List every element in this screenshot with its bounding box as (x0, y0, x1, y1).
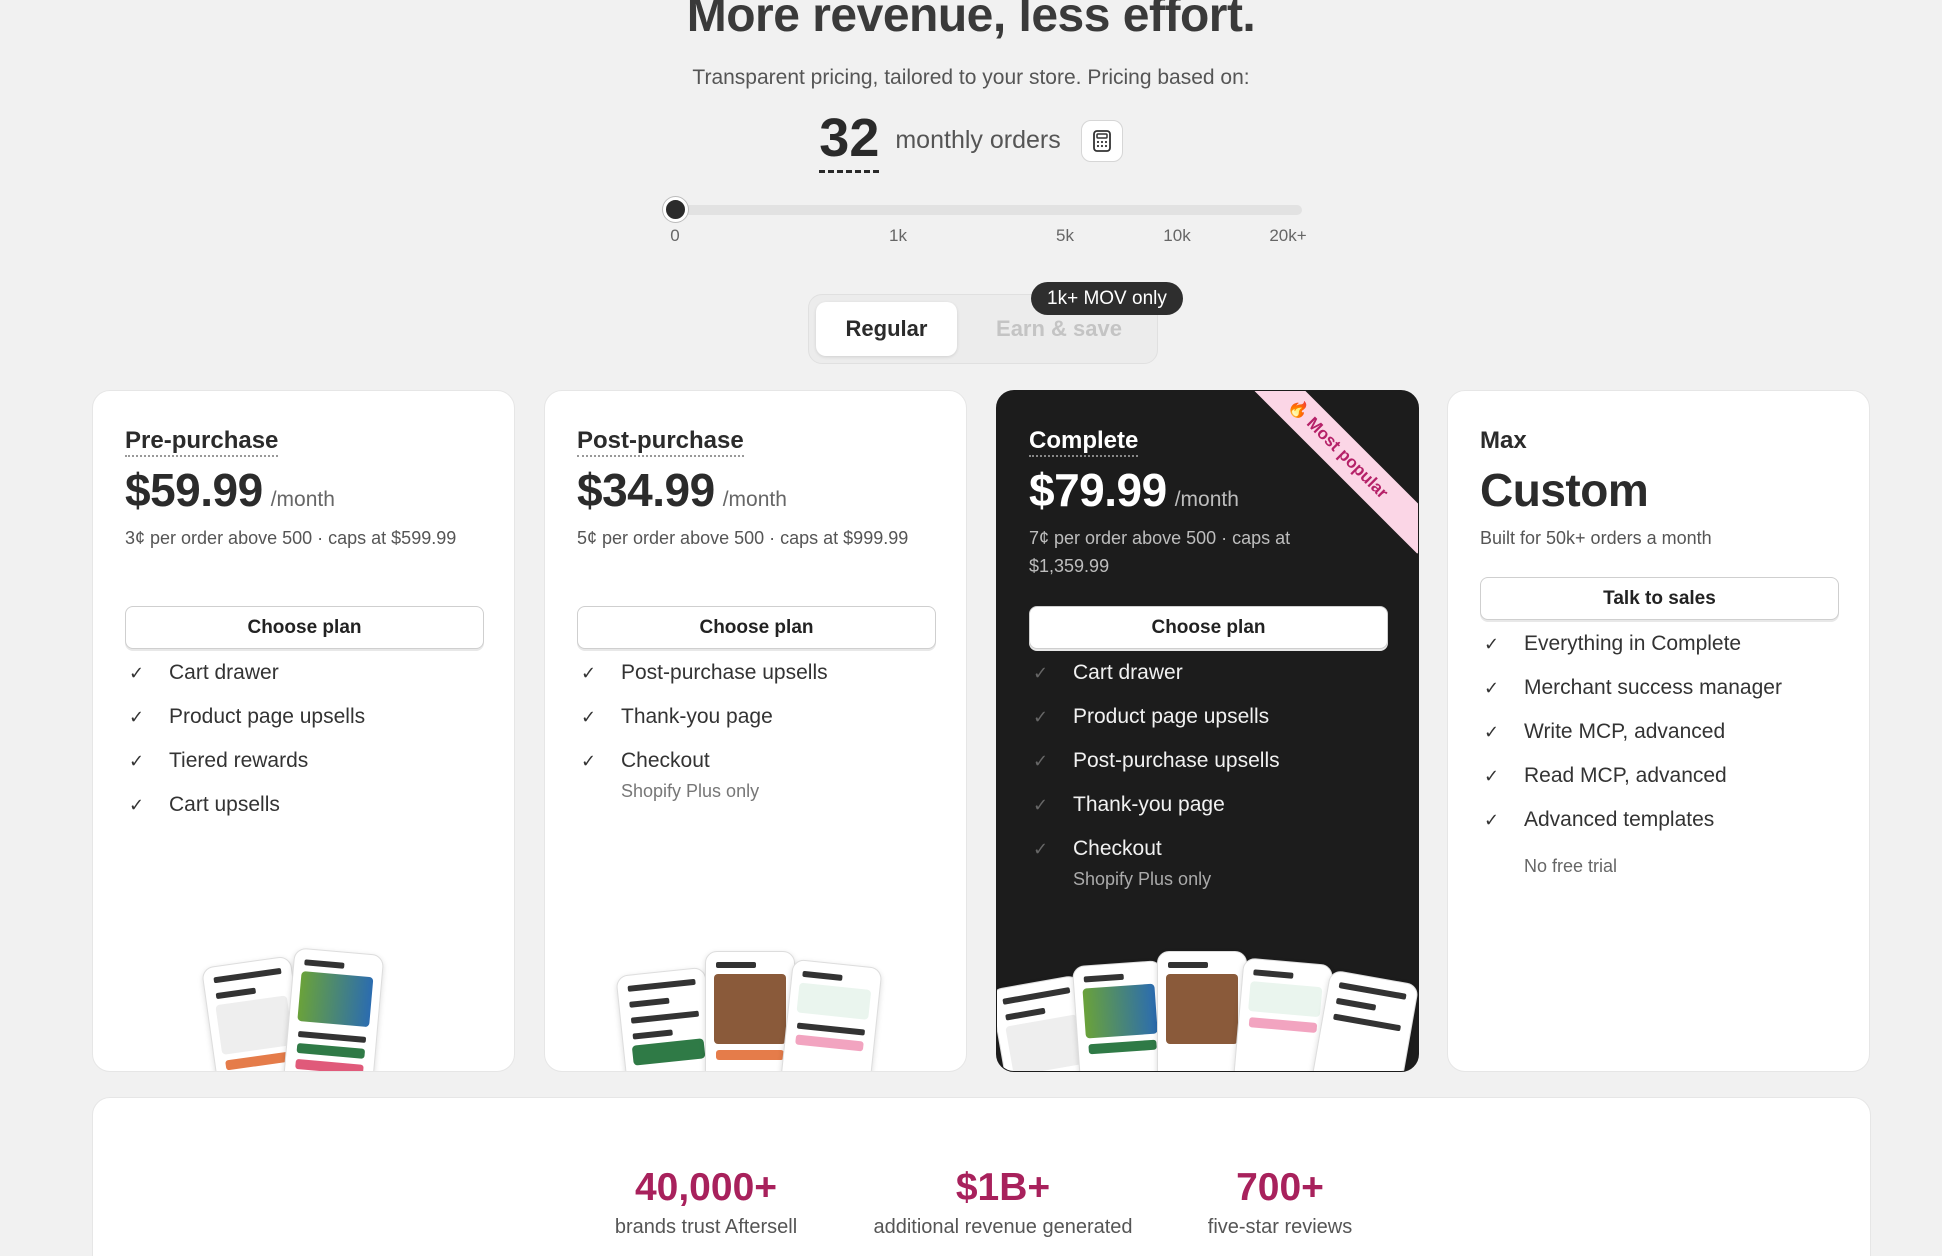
feature-item: ✓ Checkout Shopify Plus only (581, 749, 760, 801)
feature-list: ✓ Post-purchase upsells ✓ Thank-you page ✓… (581, 661, 828, 801)
plan-period: /month (1174, 488, 1239, 511)
feature-item: ✓ Advanced templates (1484, 808, 1715, 831)
feature-sub-note: Shopify Plus only (1073, 869, 1212, 889)
check-icon: ✓ (1033, 839, 1049, 859)
check-icon: ✓ (129, 795, 145, 815)
check-icon: ✓ (1033, 751, 1049, 771)
plan-price-note: 3¢ per order above 500 · caps at $599.99 (125, 528, 457, 548)
check-icon: ✓ (1484, 634, 1500, 654)
feature-item: ✓ Tiered rewards (129, 749, 309, 772)
check-icon: ✓ (1033, 707, 1049, 727)
check-icon: ✓ (129, 751, 145, 771)
orders-label: monthly orders (895, 126, 1061, 154)
feature-sub-note: Shopify Plus only (621, 781, 760, 801)
feature-item: ✓ Post-purchase upsells (1033, 749, 1280, 772)
orders-count[interactable]: 32 (819, 108, 880, 173)
check-icon: ✓ (1033, 663, 1049, 683)
choose-plan-button[interactable]: Choose plan (1029, 606, 1388, 649)
feature-list: ✓ Cart drawer ✓ Product page upsells ✓ Tier… (129, 661, 365, 837)
stat-reviews: 700+ five-star reviews (1208, 1166, 1352, 1239)
feature-item: ✓ Cart drawer (1033, 661, 1183, 684)
feature-item: ✓ Cart upsells (129, 793, 280, 816)
feature-item: ✓ Checkout Shopify Plus only (1033, 837, 1212, 889)
slider-tick-10k: 10k (1163, 226, 1191, 245)
hero-title: More revenue, less effort. (686, 0, 1256, 42)
check-icon: ✓ (581, 751, 597, 771)
no-free-trial-note: No free trial (1524, 856, 1618, 876)
feature-item: ✓ Everything in Complete (1484, 632, 1742, 655)
feature-item: ✓ Thank-you page (1033, 793, 1225, 816)
hero-subtitle: Transparent pricing, tailored to your st… (692, 66, 1250, 89)
plan-period: /month (722, 488, 787, 511)
check-icon: ✓ (1484, 766, 1500, 786)
check-icon: ✓ (1484, 810, 1500, 830)
check-icon: ✓ (129, 663, 145, 683)
check-icon: ✓ (129, 707, 145, 727)
check-icon: ✓ (581, 663, 597, 683)
feature-item: ✓ Merchant success manager (1484, 676, 1782, 699)
plan-period: /month (270, 488, 335, 511)
calculator-button[interactable] (1080, 119, 1123, 162)
stat-label: five-star reviews (1207, 1216, 1353, 1238)
slider-tick-5k: 5k (1056, 226, 1074, 245)
choose-plan-button[interactable]: Choose plan (125, 606, 484, 649)
talk-to-sales-button[interactable]: Talk to sales (1480, 577, 1839, 620)
orders-selector: 32 monthly orders (0, 108, 1942, 173)
plan-preview-image (997, 951, 1418, 1071)
check-icon: ✓ (581, 707, 597, 727)
orders-slider-thumb[interactable] (663, 197, 688, 222)
stat-brands: 40,000+ brands trust Aftersell (615, 1166, 797, 1239)
plan-card-max: Max Custom Built for 50k+ orders a month… (1447, 390, 1870, 1072)
slider-tick-1k: 1k (889, 226, 907, 245)
feature-item: ✓ Thank-you page (581, 705, 773, 728)
calculator-icon (1092, 129, 1111, 152)
plan-preview-image (93, 947, 514, 1071)
mov-badge: 1k+ MOV only (1031, 282, 1183, 315)
stat-value: 700+ (1236, 1166, 1324, 1209)
check-icon: ✓ (1484, 722, 1500, 742)
plan-card-complete: 🔥 Most popular Complete $79.99 /month 7¢… (996, 390, 1419, 1072)
slider-tick-0: 0 (670, 226, 680, 245)
plan-price: Custom (1480, 464, 1649, 516)
plan-name: Complete (1029, 427, 1139, 457)
plan-price: $34.99 (577, 464, 715, 516)
slider-tick-20k: 20k+ (1269, 226, 1307, 245)
stats-section: 40,000+ brands trust Aftersell $1B+ addi… (92, 1097, 1871, 1256)
plan-price-note: Built for 50k+ orders a month (1480, 528, 1712, 548)
feature-item: ✓ Write MCP, advanced (1484, 720, 1726, 743)
feature-item: ✓ Read MCP, advanced (1484, 764, 1727, 787)
stat-value: 40,000+ (634, 1166, 778, 1209)
check-icon: ✓ (1484, 678, 1500, 698)
orders-slider-track[interactable] (670, 205, 1302, 215)
feature-list: ✓ Everything in Complete ✓ Merchant succes… (1484, 632, 1782, 877)
plan-name: Pre-purchase (125, 427, 279, 457)
plan-card-pre-purchase: Pre-purchase $59.99 /month 3¢ per order … (92, 390, 515, 1072)
plan-price: $59.99 (125, 464, 263, 516)
feature-item: ✓ Cart drawer (129, 661, 279, 684)
plan-price-note: 5¢ per order above 500 · caps at $999.99 (577, 528, 909, 548)
tab-regular[interactable]: Regular (816, 302, 957, 356)
feature-item: ✓ Product page upsells (1033, 705, 1270, 728)
feature-item: ✓ Post-purchase upsells (581, 661, 828, 684)
plan-preview-image (545, 951, 966, 1071)
plan-name: Max (1480, 427, 1527, 454)
stat-label: additional revenue generated (873, 1216, 1133, 1238)
check-icon: ✓ (1033, 795, 1049, 815)
feature-item: ✓ Product page upsells (129, 705, 366, 728)
choose-plan-button[interactable]: Choose plan (577, 606, 936, 649)
stat-revenue: $1B+ additional revenue generated (873, 1166, 1132, 1239)
stat-value: $1B+ (955, 1166, 1051, 1209)
plan-price: $79.99 (1029, 464, 1167, 516)
plan-card-post-purchase: Post-purchase $34.99 /month 5¢ per order… (544, 390, 967, 1072)
plan-name: Post-purchase (577, 427, 744, 457)
stat-label: brands trust Aftersell (614, 1216, 798, 1238)
feature-list: ✓ Cart drawer ✓ Product page upsells ✓ Post… (1033, 661, 1280, 889)
plan-price-note: 7¢ per order above 500 · caps at $1,359.… (1029, 528, 1291, 576)
